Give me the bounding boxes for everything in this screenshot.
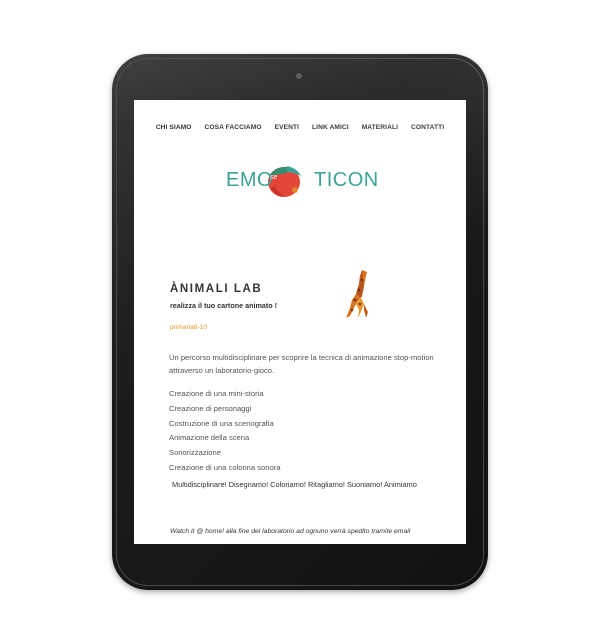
nav-item-contatti[interactable]: CONTATTI	[411, 124, 444, 131]
list-item: Creazione di una colonna sonora	[169, 462, 281, 472]
list-item: Creazione di una mini-storia	[169, 389, 264, 398]
list-item: Costruzione di una scenografia	[169, 418, 274, 428]
logo-text-left: EMO	[226, 169, 274, 191]
activity-list: Creazione di una mini-storia Creazione d…	[169, 387, 280, 476]
page-title: ÀNIMALI LAB	[170, 283, 263, 295]
nav-item-eventi[interactable]: EVENTI	[275, 124, 299, 131]
nav-item-link-amici[interactable]: LINK AMICI	[312, 124, 349, 131]
camera-icon	[296, 73, 302, 79]
logo-text-right: TICON	[314, 169, 379, 191]
giraffe-icon	[346, 270, 368, 318]
list-item: Creazione di personaggi	[169, 403, 252, 413]
logo-text-small: se	[270, 174, 278, 181]
site-logo[interactable]: EMO se TICON	[226, 166, 379, 197]
nav-item-cosa-facciamo[interactable]: COSA FACCIAMO	[205, 124, 262, 131]
main-nav: CHI SIAMO COSA FACCIAMO EVENTI LINK AMIC…	[134, 124, 466, 131]
nav-item-materiali[interactable]: MATERIALI	[362, 124, 398, 131]
footer-note: Watch it @ home! alla fine del laborator…	[170, 528, 411, 535]
age-tag[interactable]: primaria6-10	[170, 324, 207, 331]
nav-item-chi-siamo[interactable]: CHI SIAMO	[156, 124, 192, 131]
list-item: Animazione della scena	[169, 433, 250, 443]
page-subtitle: realizza il tuo cartone animato !	[170, 301, 278, 310]
tablet-screen: CHI SIAMO COSA FACCIAMO EVENTI LINK AMIC…	[134, 100, 466, 544]
motto-text: Multidisciplinare! Disegnamo! Coloriamo!…	[172, 480, 417, 489]
intro-text: Un percorso multidisciplinare per scopri…	[169, 353, 434, 375]
list-item: Sonorizzazione	[169, 448, 221, 458]
